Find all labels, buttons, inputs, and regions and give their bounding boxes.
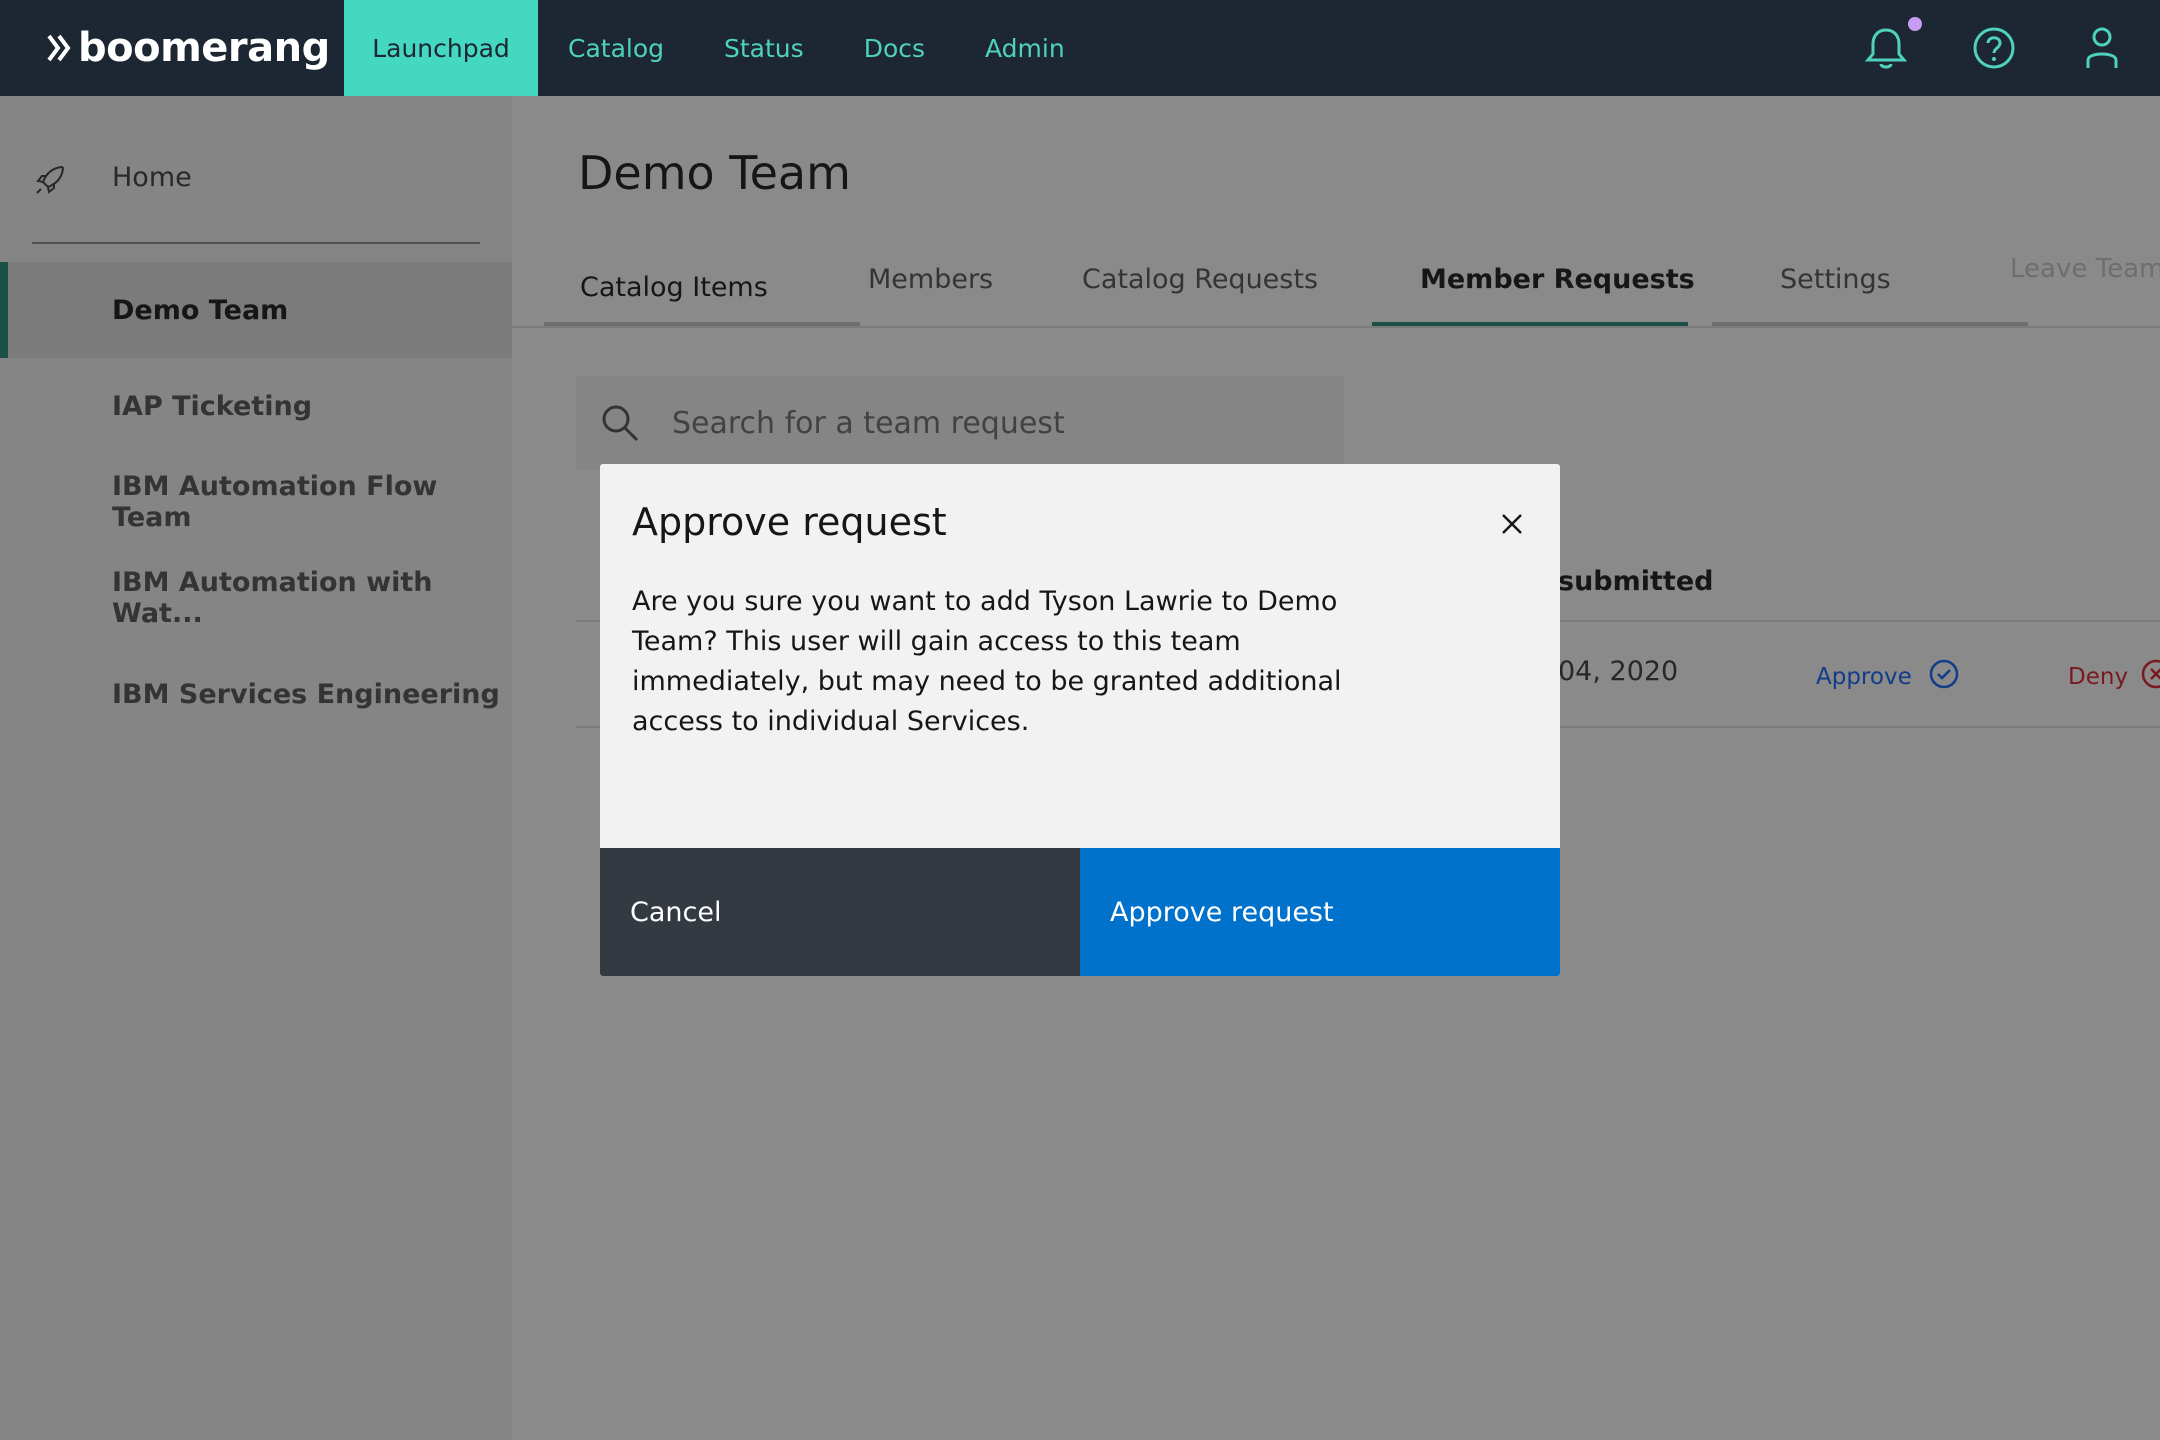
logo-text: boomerang [78, 25, 330, 71]
nav-admin[interactable]: Admin [955, 0, 1095, 96]
main-nav: Launchpad Catalog Status Docs Admin [344, 0, 1095, 96]
close-icon [1502, 514, 1522, 534]
help-icon[interactable] [1968, 22, 2020, 74]
cancel-button[interactable]: Cancel [600, 848, 1080, 976]
modal-body: Are you sure you want to add Tyson Lawri… [632, 586, 1342, 737]
nav-launchpad[interactable]: Launchpad [344, 0, 538, 96]
boomerang-logo[interactable]: boomerang [46, 22, 330, 74]
top-header: boomerang Launchpad Catalog Status Docs … [0, 0, 2160, 96]
chevrons-icon [47, 34, 71, 62]
nav-status[interactable]: Status [694, 0, 834, 96]
close-button[interactable] [1488, 500, 1536, 548]
nav-docs[interactable]: Docs [834, 0, 955, 96]
modal-title: Approve request [632, 500, 947, 544]
notification-dot [1908, 17, 1922, 31]
nav-catalog[interactable]: Catalog [538, 0, 694, 96]
modal-footer: Cancel Approve request [600, 848, 1560, 976]
approve-request-modal: Approve request Are you sure you want to… [600, 464, 1560, 976]
approve-request-button[interactable]: Approve request [1080, 848, 1560, 976]
bell-icon[interactable] [1860, 22, 1912, 74]
user-icon[interactable] [2076, 22, 2128, 74]
